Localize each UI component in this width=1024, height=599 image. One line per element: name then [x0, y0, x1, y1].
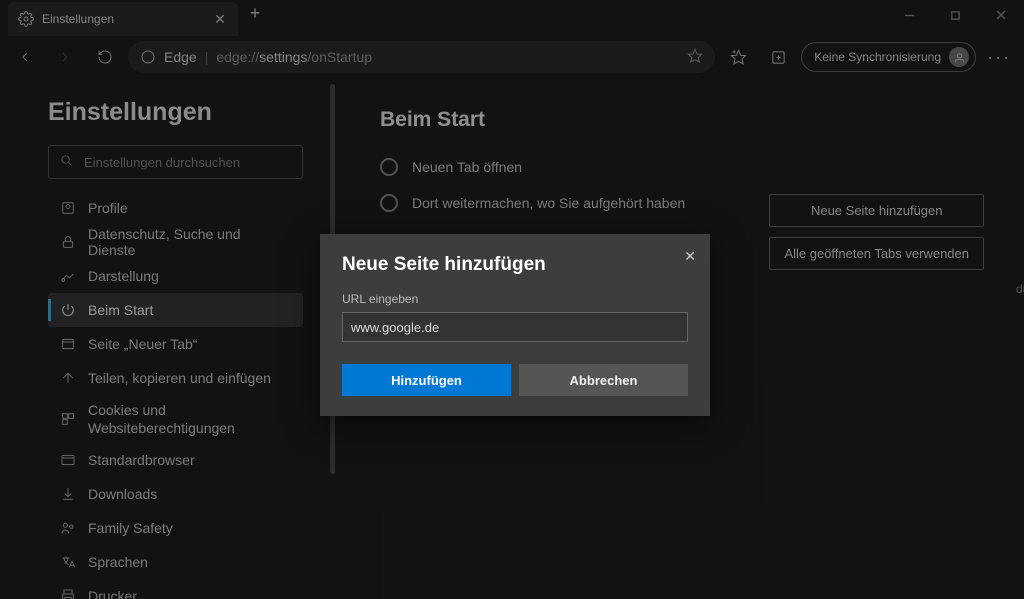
close-icon[interactable]: ✕	[684, 248, 696, 265]
url-input[interactable]	[342, 312, 688, 342]
confirm-button[interactable]: Hinzufügen	[342, 364, 511, 396]
cancel-button[interactable]: Abbrechen	[519, 364, 688, 396]
dialog-title: Neue Seite hinzufügen	[342, 254, 688, 276]
url-input-label: URL eingeben	[342, 292, 688, 306]
add-page-dialog: ✕ Neue Seite hinzufügen URL eingeben Hin…	[320, 234, 710, 416]
